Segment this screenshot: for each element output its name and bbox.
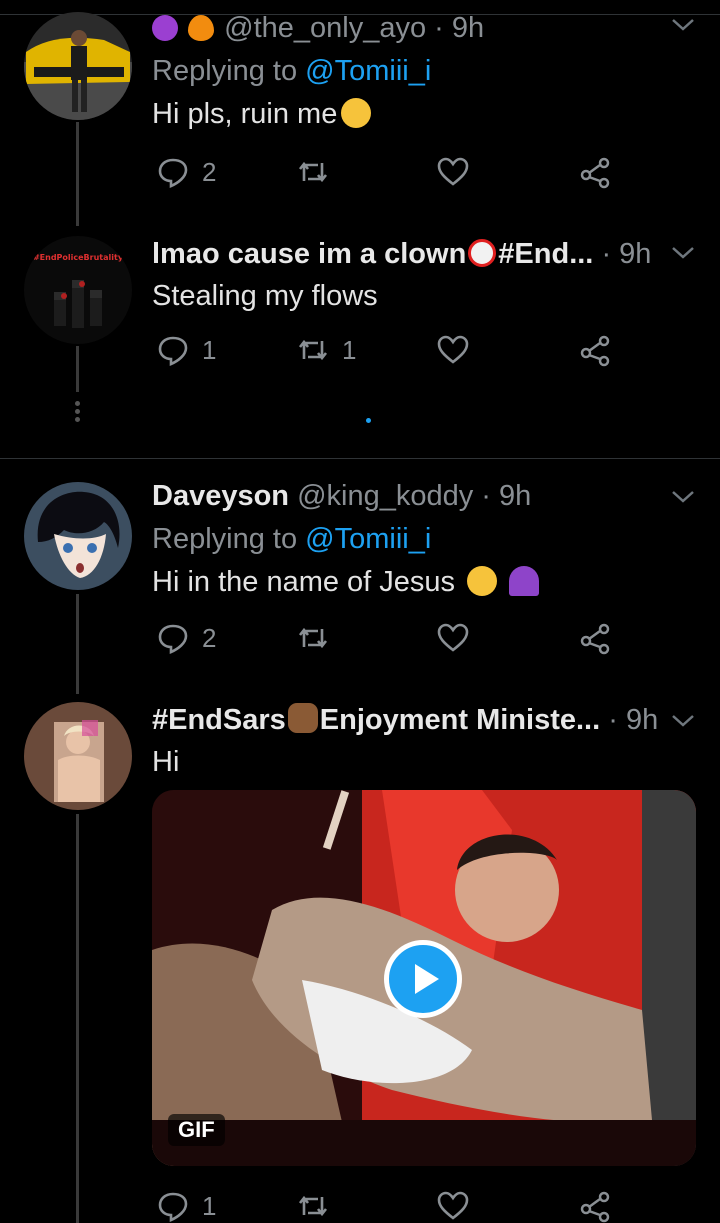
like-button[interactable] (436, 152, 482, 192)
chevron-down-icon[interactable] (668, 10, 698, 40)
chevron-down-icon[interactable] (668, 706, 698, 736)
tweet-text: Hi in the name of Jesus (152, 562, 660, 602)
tweet-time: · 9h (481, 480, 532, 512)
author-name-text: lmao cause im a clown (152, 238, 467, 270)
retweet-button[interactable]: 1 (296, 330, 356, 370)
author-name-prefix: #EndSars (152, 704, 286, 736)
replying-to: Replying to @Tomiii_i (152, 520, 660, 558)
thread-line (76, 814, 79, 1223)
replying-prefix: Replying to (152, 55, 306, 87)
svg-text:#EndPoliceBrutality: #EndPoliceBrutality (33, 253, 124, 262)
chevron-down-icon[interactable] (668, 482, 698, 512)
share-button[interactable] (578, 152, 612, 192)
avatar[interactable] (24, 12, 132, 120)
loading-indicator (366, 418, 371, 423)
author-name-suffix: #End... (498, 238, 594, 270)
share-icon (580, 157, 610, 189)
retweet-button[interactable] (296, 1186, 342, 1223)
tweet-header: @the_only_ayo · 9h (152, 10, 660, 46)
like-button[interactable] (436, 618, 482, 658)
heart-icon (437, 623, 469, 652)
reply-icon (158, 1192, 188, 1222)
author-handle[interactable]: @king_koddy (297, 480, 473, 512)
reply-icon (158, 336, 188, 366)
reply-count: 1 (202, 1190, 217, 1221)
replying-to-link[interactable]: @Tomiii_i (305, 523, 431, 555)
replying-to-link[interactable]: @Tomiii_i (305, 55, 431, 87)
tweet-header: #EndSars Enjoyment Ministe... · 9h (152, 702, 660, 738)
tweet-text: Hi pls, ruin me (152, 94, 660, 134)
replying-prefix: Replying to (152, 523, 306, 555)
share-icon (580, 1191, 610, 1223)
tweet-text: Stealing my flows (152, 280, 378, 312)
chevron-down-icon[interactable] (668, 238, 698, 268)
purple-heart-emoji (509, 566, 540, 596)
avatar[interactable] (24, 482, 132, 590)
tweet-time: · 9h (608, 704, 659, 736)
tweet-text-content: Hi in the name of Jesus (152, 566, 456, 598)
raised-fist-emoji (287, 703, 318, 733)
tweet-text: Hi (152, 746, 180, 778)
retweet-icon (298, 627, 328, 649)
thread-line (76, 122, 79, 226)
reply-count: 2 (202, 622, 217, 653)
share-button[interactable] (578, 1186, 612, 1223)
tweet-time: · 9h (601, 238, 652, 270)
fire-emoji (188, 15, 215, 41)
tweet-header: Daveyson @king_koddy · 9h (152, 478, 660, 514)
author-name[interactable]: #EndSars Enjoyment Ministe... (152, 703, 601, 736)
tweet-text-content: Hi pls, ruin me (152, 98, 338, 130)
reply-icon (158, 158, 188, 188)
retweet-icon (298, 161, 328, 183)
like-button[interactable] (436, 330, 482, 370)
heart-icon (437, 157, 469, 186)
author-name[interactable]: Daveyson (152, 480, 289, 512)
tweet-header: lmao cause im a clown #End... · 9h (152, 236, 660, 272)
heart-icon (437, 1191, 469, 1220)
share-button[interactable] (578, 618, 612, 658)
share-button[interactable] (578, 330, 612, 370)
reply-button[interactable]: 2 (156, 152, 216, 192)
reply-icon (158, 624, 188, 654)
tweet-time: · 9h (434, 12, 485, 44)
retweet-icon (298, 1195, 328, 1217)
gif-badge: GIF (168, 1114, 225, 1146)
retweet-icon (298, 339, 328, 361)
heart-icon (437, 335, 469, 364)
woozy-face-emoji (341, 98, 372, 128)
author-handle[interactable]: @the_only_ayo (224, 12, 426, 44)
reply-count: 2 (202, 156, 217, 187)
section-divider (0, 458, 720, 459)
devil-emoji (152, 15, 178, 41)
share-icon (580, 335, 610, 367)
author-name[interactable]: lmao cause im a clown #End... (152, 238, 593, 270)
retweet-button[interactable] (296, 152, 342, 192)
retweet-button[interactable] (296, 618, 342, 658)
reply-count: 1 (202, 334, 217, 365)
gif-media[interactable]: GIF (152, 790, 696, 1166)
reply-button[interactable]: 2 (156, 618, 216, 658)
thread-continuation-dots[interactable] (72, 398, 82, 425)
reply-button[interactable]: 1 (156, 330, 216, 370)
play-button[interactable] (384, 940, 462, 1018)
retweet-count: 1 (342, 334, 357, 365)
author-name-text: Enjoyment Ministe... (319, 704, 601, 736)
avatar[interactable]: #EndPoliceBrutality (24, 236, 132, 344)
reply-button[interactable]: 1 (156, 1186, 216, 1223)
weary-face-emoji (467, 566, 498, 596)
replying-to: Replying to @Tomiii_i (152, 52, 660, 90)
avatar[interactable] (24, 702, 132, 810)
share-icon (580, 623, 610, 655)
thread-line (76, 594, 79, 694)
clown-emoji (468, 239, 497, 267)
thread-line (76, 346, 79, 392)
like-button[interactable] (436, 1186, 482, 1223)
